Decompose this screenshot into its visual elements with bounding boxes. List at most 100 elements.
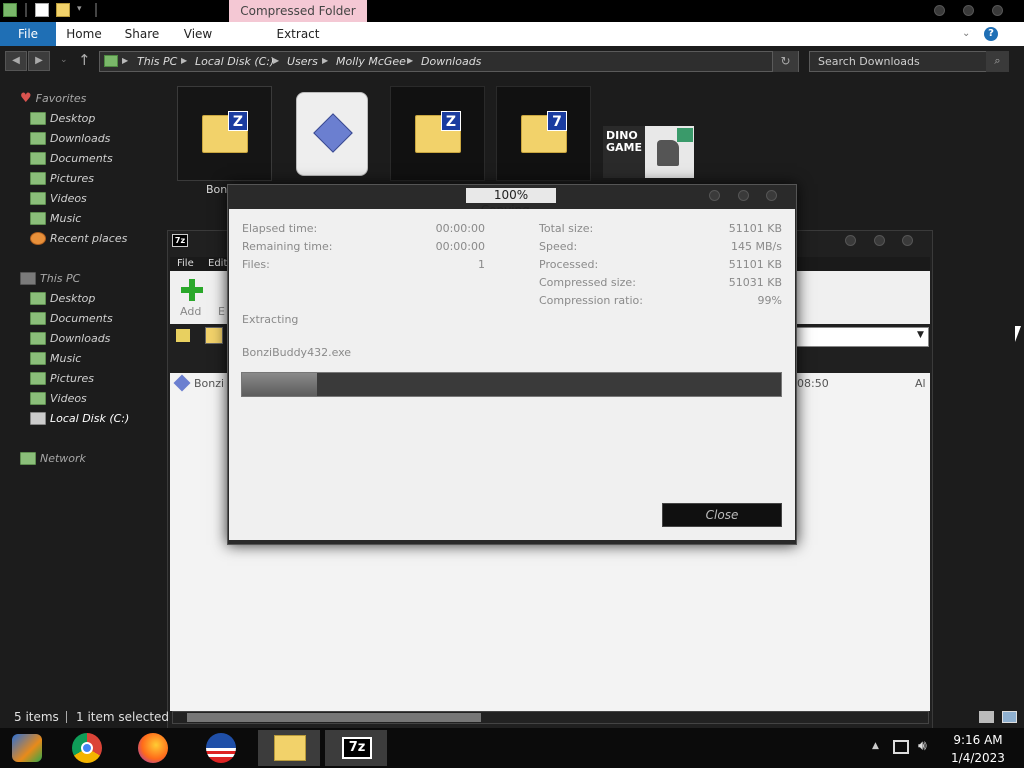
volume-icon[interactable]: 🔊︎ [918,738,927,754]
obama-logo-icon [206,733,236,763]
extract-label[interactable]: E [218,305,225,318]
nav-item-music[interactable]: Music [30,349,129,367]
taskbar-windows-media[interactable] [0,730,62,766]
search-icon[interactable]: ⌕ [986,51,1009,72]
nav-item-desktop[interactable]: Desktop [30,289,129,307]
search-input[interactable]: Search Downloads [809,51,1009,72]
dialog-maximize-button[interactable] [738,190,749,201]
details-view-icon[interactable] [979,711,994,723]
files-label: Files: [242,258,270,271]
explorer-icon [3,3,17,17]
chevron-down-icon[interactable]: ▼ [917,330,924,340]
dialog-close-icon[interactable] [766,190,777,201]
zip-row-name[interactable]: Bonzi [194,377,224,390]
file-item-zip-2[interactable]: Z [390,86,485,181]
up-arrow-icon[interactable]: ↑ [78,51,91,69]
downloads-icon [30,331,46,345]
add-icon[interactable] [181,279,203,301]
remaining-time-label: Remaining time: [242,240,333,253]
close-button[interactable]: Close [662,503,782,527]
breadcrumb-molly-mcgee[interactable]: Molly McGee [336,55,406,68]
taskbar-obama-logo[interactable] [190,730,252,766]
breadcrumb-downloads[interactable]: Downloads [421,55,481,68]
compressed-size-value: 51031 KB [728,276,782,289]
tab-file[interactable]: File [0,22,56,46]
nav-item-downloads[interactable]: Downloads [30,329,129,347]
chevron-right-icon: ▶ [273,56,280,65]
tab-share[interactable]: Share [114,22,170,46]
expand-ribbon-icon[interactable]: ⌄ [962,28,970,39]
clock-date[interactable]: 1/4/2023 [940,751,1016,765]
minimize-button[interactable] [934,5,945,16]
total-size-value: 51101 KB [728,222,782,235]
videos-icon [30,391,46,405]
add-label[interactable]: Add [180,305,201,318]
taskbar-seven-zip[interactable]: 7z [325,730,387,766]
nav-item-recent-places[interactable]: Recent places [30,229,129,247]
status-divider [66,711,67,723]
drive-icon [30,411,46,425]
refresh-icon[interactable]: ↻ [772,51,798,72]
tab-home[interactable]: Home [56,22,112,46]
winzip-badge-icon: Z [228,111,248,131]
nav-favorites[interactable]: ♥ Favorites [20,89,129,107]
zip-menu-file[interactable]: File [177,258,194,269]
file-item-7z[interactable]: 7 [496,86,591,181]
zip-maximize-button[interactable] [874,235,885,246]
downloads-icon [30,131,46,145]
breadcrumb-users[interactable]: Users [287,55,318,68]
compression-ratio-value: 99% [757,294,782,307]
recent-locations-icon[interactable]: ⌄ [60,55,68,65]
nav-this-pc[interactable]: This PC [20,269,129,287]
forward-button[interactable]: ▶ [28,51,50,71]
scrollbar-thumb[interactable] [187,713,481,722]
back-button[interactable]: ◀ [5,51,27,71]
zip-path-dropdown[interactable] [796,327,929,347]
nav-item-documents[interactable]: Documents [30,149,129,167]
file-item-zip-1[interactable]: Z [177,86,272,181]
pictures-icon [30,371,46,385]
tab-extract[interactable]: Extract [229,22,367,46]
properties-icon[interactable] [35,3,49,17]
dialog-minimize-button[interactable] [709,190,720,201]
elapsed-time-label: Elapsed time: [242,222,318,235]
winzip-badge-icon: Z [441,111,461,131]
zip-close-button[interactable] [902,235,913,246]
nav-item-music[interactable]: Music [30,209,129,227]
nav-item-pictures[interactable]: Pictures [30,169,129,187]
close-window-button[interactable] [992,5,1003,16]
taskbar-firefox[interactable] [124,730,186,766]
network-status-icon[interactable] [893,740,909,754]
nav-item-documents[interactable]: Documents [30,309,129,327]
nav-item-pictures[interactable]: Pictures [30,369,129,387]
breadcrumb-this-pc[interactable]: This PC [137,55,177,68]
customize-quick-access-icon[interactable]: ▾ [77,4,82,14]
nav-item-videos[interactable]: Videos [30,389,129,407]
zip-minimize-button[interactable] [845,235,856,246]
file-item-exe[interactable] [296,92,368,176]
application-icon [313,113,353,153]
breadcrumb-local-disk[interactable]: Local Disk (C:) [195,55,274,68]
tab-view[interactable]: View [170,22,226,46]
nav-item-downloads[interactable]: Downloads [30,129,129,147]
nav-network[interactable]: Network [20,449,129,467]
nav-item-local-disk[interactable]: Local Disk (C:) [30,409,129,427]
seven-zip-badge-icon: 7 [547,111,567,131]
help-icon[interactable]: ? [984,27,998,41]
taskbar-chrome[interactable] [60,730,122,766]
show-hidden-icons-icon[interactable]: ▲ [872,741,879,751]
folder-up-icon[interactable] [176,329,190,342]
large-icons-view-icon[interactable] [1002,711,1017,723]
music-icon [30,211,46,225]
nav-item-desktop[interactable]: Desktop [30,109,129,127]
clock-time[interactable]: 9:16 AM [940,733,1016,747]
taskbar-file-explorer[interactable] [258,730,320,766]
new-folder-icon[interactable] [56,3,70,17]
elapsed-time-value: 00:00:00 [435,222,485,235]
maximize-button[interactable] [963,5,974,16]
zip-menu-edit[interactable]: Edit [208,258,227,269]
nav-item-videos[interactable]: Videos [30,189,129,207]
compression-ratio-label: Compression ratio: [539,294,643,307]
horizontal-scrollbar[interactable] [172,711,929,724]
file-item-dino-game[interactable]: DINO GAME [603,126,694,178]
